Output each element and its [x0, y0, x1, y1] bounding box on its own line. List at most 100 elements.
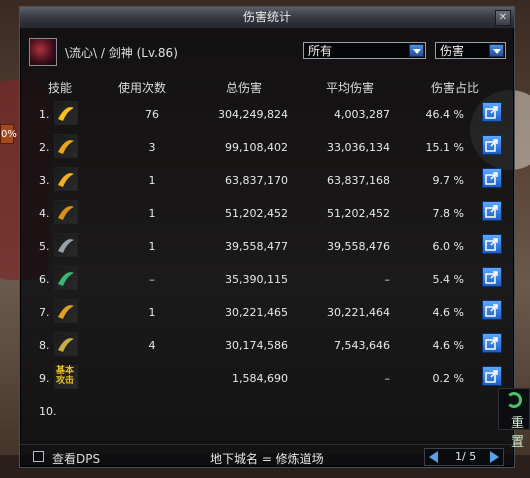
reset-label: 重置 [511, 416, 525, 450]
share-icon[interactable] [482, 300, 502, 320]
table-row: 2. 3 99,108,402 33,036,134 15.1 % [20, 131, 514, 163]
pager: 1/ 5 [424, 448, 504, 466]
row-number: 3. [39, 174, 50, 187]
share-icon[interactable] [482, 333, 502, 353]
row-number: 5. [39, 240, 50, 253]
avg-damage: 4,003,287 [334, 108, 390, 121]
total-damage: 35,390,115 [225, 273, 288, 286]
avatar [29, 38, 57, 66]
row-number: 8. [39, 339, 50, 352]
skill-slash-icon [54, 134, 78, 158]
share-icon[interactable] [482, 135, 502, 155]
damage-percent: 0.2 % [432, 372, 464, 385]
window-titlebar[interactable]: 伤害统计 [20, 7, 514, 29]
footer-bar: 查看DPS 地下城名 = 修炼道场 1/ 5 [20, 444, 514, 467]
basic-attack-icon-label: 基本 攻击 [56, 366, 75, 386]
share-icon[interactable] [482, 201, 502, 221]
dps-checkbox-label[interactable]: 查看DPS [52, 450, 100, 467]
metric-dropdown[interactable]: 伤害 [435, 42, 506, 59]
skill-shield-icon [54, 233, 78, 257]
col-skill: 技能 [48, 81, 73, 95]
table-row: 3. 1 63,837,170 63,837,168 9.7 % [20, 164, 514, 196]
damage-percent: 5.4 % [432, 273, 464, 286]
chevron-down-icon[interactable] [489, 44, 504, 57]
table-row: 4. 1 51,202,452 51,202,452 7.8 % [20, 197, 514, 229]
dps-checkbox[interactable] [33, 451, 44, 462]
avg-damage: 51,202,452 [327, 207, 390, 220]
damage-percent: 7.8 % [432, 207, 464, 220]
skill-vortex-icon [54, 200, 78, 224]
total-damage: 1,584,690 [232, 372, 288, 385]
total-damage: 51,202,452 [225, 207, 288, 220]
avg-damage: 33,036,134 [327, 141, 390, 154]
table-header: 技能 使用次数 总伤害 平均伤害 伤害占比 [20, 76, 514, 98]
row-number: 7. [39, 306, 50, 319]
dungeon-name: 地下城名 = 修炼道场 [210, 452, 324, 466]
next-page-icon[interactable] [490, 451, 499, 463]
uses-count: 1 [148, 240, 156, 253]
window-title: 伤害统计 [242, 10, 291, 24]
damage-stats-window: 伤害统计 ✕ \流心\ / 剑神 (Lv.86) 所有 伤害 技能 使用次数 总… [19, 6, 515, 468]
uses-count: – [149, 273, 155, 286]
uses-count: 1 [148, 174, 156, 187]
table-row: 1. 76 304,249,824 4,003,287 46.4 % [20, 98, 514, 130]
damage-percent: 6.0 % [432, 240, 464, 253]
skill-arc-icon [54, 299, 78, 323]
avg-damage: 7,543,646 [334, 339, 390, 352]
total-damage: 304,249,824 [218, 108, 288, 121]
skill-dragon-icon [54, 332, 78, 356]
avg-damage: 39,558,476 [327, 240, 390, 253]
table-row: 6. – 35,390,115 – 5.4 % [20, 263, 514, 295]
skill-dash-icon [54, 101, 78, 125]
avg-damage: – [384, 372, 391, 385]
total-damage: 99,108,402 [225, 141, 288, 154]
chevron-down-icon[interactable] [409, 44, 424, 57]
row-number: 9. [39, 372, 50, 385]
skill-rune-icon [54, 266, 78, 290]
share-icon[interactable] [482, 102, 502, 122]
close-button[interactable]: ✕ [495, 10, 511, 26]
basic-attack-icon: 基本 攻击 [54, 365, 78, 389]
table-row: 8. 4 30,174,586 7,543,646 4.6 % [20, 329, 514, 361]
share-icon[interactable] [482, 168, 502, 188]
table-row: 9. 基本 攻击 1,584,690 – 0.2 % [20, 362, 514, 394]
page-indicator: 1/ 5 [455, 450, 477, 463]
uses-count: 3 [148, 141, 156, 154]
share-icon[interactable] [482, 234, 502, 254]
target-dropdown[interactable]: 所有 [303, 42, 426, 59]
total-damage: 39,558,477 [225, 240, 288, 253]
table-row: 7. 1 30,221,465 30,221,464 4.6 % [20, 296, 514, 328]
share-icon[interactable] [482, 267, 502, 287]
edge-percent-tab: 0% [0, 124, 17, 144]
uses-count: 1 [148, 306, 156, 319]
total-damage: 30,221,465 [225, 306, 288, 319]
uses-count: 4 [148, 339, 156, 352]
damage-percent: 4.6 % [432, 339, 464, 352]
skill-spiral-icon [54, 167, 78, 191]
col-total: 总伤害 [226, 81, 263, 95]
share-icon[interactable] [482, 366, 502, 386]
total-damage: 30,174,586 [225, 339, 288, 352]
damage-percent: 15.1 % [425, 141, 464, 154]
reset-button[interactable]: 重置 [498, 388, 530, 450]
uses-count: 1 [148, 207, 156, 220]
table-row: 10. [20, 395, 514, 427]
uses-count: 76 [145, 108, 159, 121]
character-name: \流心\ / 剑神 (Lv.86) [65, 46, 178, 60]
avg-damage: 30,221,464 [327, 306, 390, 319]
target-dropdown-value: 所有 [308, 44, 333, 58]
table-row: 5. 1 39,558,477 39,558,476 6.0 % [20, 230, 514, 262]
avg-damage: – [384, 273, 391, 286]
avg-damage: 63,837,168 [327, 174, 390, 187]
col-uses: 使用次数 [118, 81, 167, 95]
prev-page-icon[interactable] [429, 451, 438, 463]
row-number: 4. [39, 207, 50, 220]
refresh-icon [506, 392, 522, 408]
damage-percent: 9.7 % [432, 174, 464, 187]
metric-dropdown-value: 伤害 [440, 44, 465, 58]
row-number: 10. [39, 405, 57, 418]
row-number: 2. [39, 141, 50, 154]
row-number: 6. [39, 273, 50, 286]
damage-percent: 4.6 % [432, 306, 464, 319]
col-avg: 平均伤害 [326, 81, 375, 95]
